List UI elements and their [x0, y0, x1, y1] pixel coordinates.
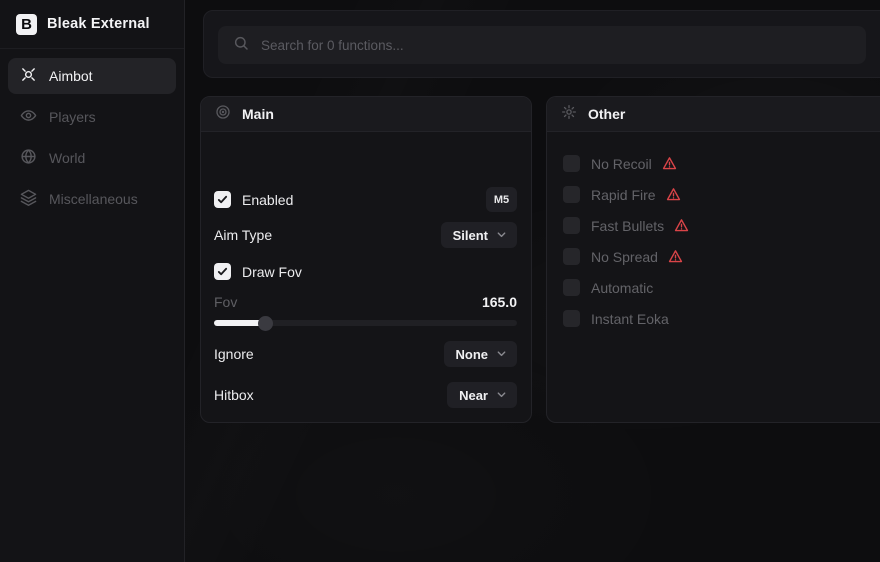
other-item-label: Instant Eoka: [591, 311, 669, 327]
row-aim-type: Aim Type Silent: [214, 222, 517, 248]
sidebar-item-label: World: [49, 150, 85, 166]
warning-icon: [666, 187, 681, 202]
aim-type-dropdown[interactable]: Silent: [441, 222, 517, 248]
hitbox-value: Near: [459, 388, 488, 403]
crosshair-icon: [20, 66, 37, 86]
aim-type-value: Silent: [453, 228, 488, 243]
search-input[interactable]: Search for 0 functions...: [218, 26, 866, 64]
no-spread-checkbox[interactable]: [563, 248, 580, 265]
fov-value: 165.0: [482, 294, 517, 310]
sidebar: B Bleak External Aimbot Players: [0, 0, 185, 562]
hitbox-dropdown[interactable]: Near: [447, 382, 517, 408]
sidebar-item-miscellaneous[interactable]: Miscellaneous: [8, 181, 176, 217]
search-icon: [233, 35, 249, 56]
other-item-rapid-fire: Rapid Fire: [563, 179, 880, 210]
row-draw-fov: Draw Fov: [214, 259, 517, 284]
fov-label: Fov: [214, 294, 237, 310]
search-placeholder: Search for 0 functions...: [261, 38, 404, 53]
panel-other-header: Other: [547, 97, 880, 132]
other-item-label: Automatic: [591, 280, 653, 296]
no-recoil-checkbox[interactable]: [563, 155, 580, 172]
draw-fov-checkbox[interactable]: [214, 263, 231, 280]
ignore-dropdown[interactable]: None: [444, 341, 518, 367]
enabled-checkbox[interactable]: [214, 191, 231, 208]
app-logo-letter: B: [21, 16, 32, 33]
row-fov: Fov 165.0: [214, 292, 517, 312]
other-item-fast-bullets: Fast Bullets: [563, 210, 880, 241]
fov-slider-thumb[interactable]: [258, 316, 273, 331]
enabled-keybind-button[interactable]: M5: [486, 187, 517, 212]
panel-main-header: Main: [201, 97, 531, 132]
rapid-fire-checkbox[interactable]: [563, 186, 580, 203]
row-hitbox: Hitbox Near: [214, 382, 517, 408]
automatic-checkbox[interactable]: [563, 279, 580, 296]
panel-main: Main Enabled M5 Aim Type Silent: [200, 96, 532, 423]
other-item-label: Rapid Fire: [591, 187, 656, 203]
fov-slider[interactable]: [214, 316, 517, 330]
chevron-down-icon: [496, 388, 507, 403]
sidebar-item-label: Miscellaneous: [49, 191, 138, 207]
enabled-label: Enabled: [242, 192, 293, 208]
ignore-value: None: [456, 347, 489, 362]
sidebar-item-players[interactable]: Players: [8, 99, 176, 135]
search-card: Search for 0 functions...: [203, 10, 880, 78]
panel-main-body: Enabled M5 Aim Type Silent Draw Fov: [201, 132, 531, 423]
warning-icon: [662, 156, 677, 171]
aim-type-label: Aim Type: [214, 227, 272, 243]
other-item-no-recoil: No Recoil: [563, 148, 880, 179]
sidebar-item-label: Aimbot: [49, 68, 93, 84]
eye-icon: [20, 107, 37, 127]
other-item-label: No Spread: [591, 249, 658, 265]
panel-other-list: No Recoil Rapid Fire Fast Bullets: [547, 132, 880, 334]
row-enabled: Enabled M5: [214, 187, 517, 212]
sidebar-item-label: Players: [49, 109, 96, 125]
fast-bullets-checkbox[interactable]: [563, 217, 580, 234]
sidebar-item-aimbot[interactable]: Aimbot: [8, 58, 176, 94]
sidebar-nav: Aimbot Players World: [0, 49, 184, 226]
instant-eoka-checkbox[interactable]: [563, 310, 580, 327]
other-item-instant-eoka: Instant Eoka: [563, 303, 880, 334]
other-item-label: Fast Bullets: [591, 218, 664, 234]
panel-title: Other: [588, 106, 625, 122]
other-item-no-spread: No Spread: [563, 241, 880, 272]
chevron-down-icon: [496, 228, 507, 243]
main-content: Search for 0 functions... Main Enabled M…: [186, 0, 880, 562]
draw-fov-label: Draw Fov: [242, 264, 302, 280]
panel-other: Other No Recoil Rapid Fire Fast Bullets: [546, 96, 880, 423]
chevron-down-icon: [496, 347, 507, 362]
ignore-label: Ignore: [214, 346, 254, 362]
globe-icon: [20, 148, 37, 168]
other-item-label: No Recoil: [591, 156, 652, 172]
warning-icon: [674, 218, 689, 233]
sidebar-header: B Bleak External: [0, 0, 184, 49]
app-title: Bleak External: [47, 16, 150, 32]
app-logo: B: [16, 14, 37, 35]
target-icon: [215, 104, 231, 125]
layers-icon: [20, 189, 37, 209]
warning-icon: [668, 249, 683, 264]
sidebar-item-world[interactable]: World: [8, 140, 176, 176]
other-item-automatic: Automatic: [563, 272, 880, 303]
hitbox-label: Hitbox: [214, 387, 254, 403]
panel-title: Main: [242, 106, 274, 122]
row-ignore: Ignore None: [214, 341, 517, 367]
gear-icon: [561, 104, 577, 125]
